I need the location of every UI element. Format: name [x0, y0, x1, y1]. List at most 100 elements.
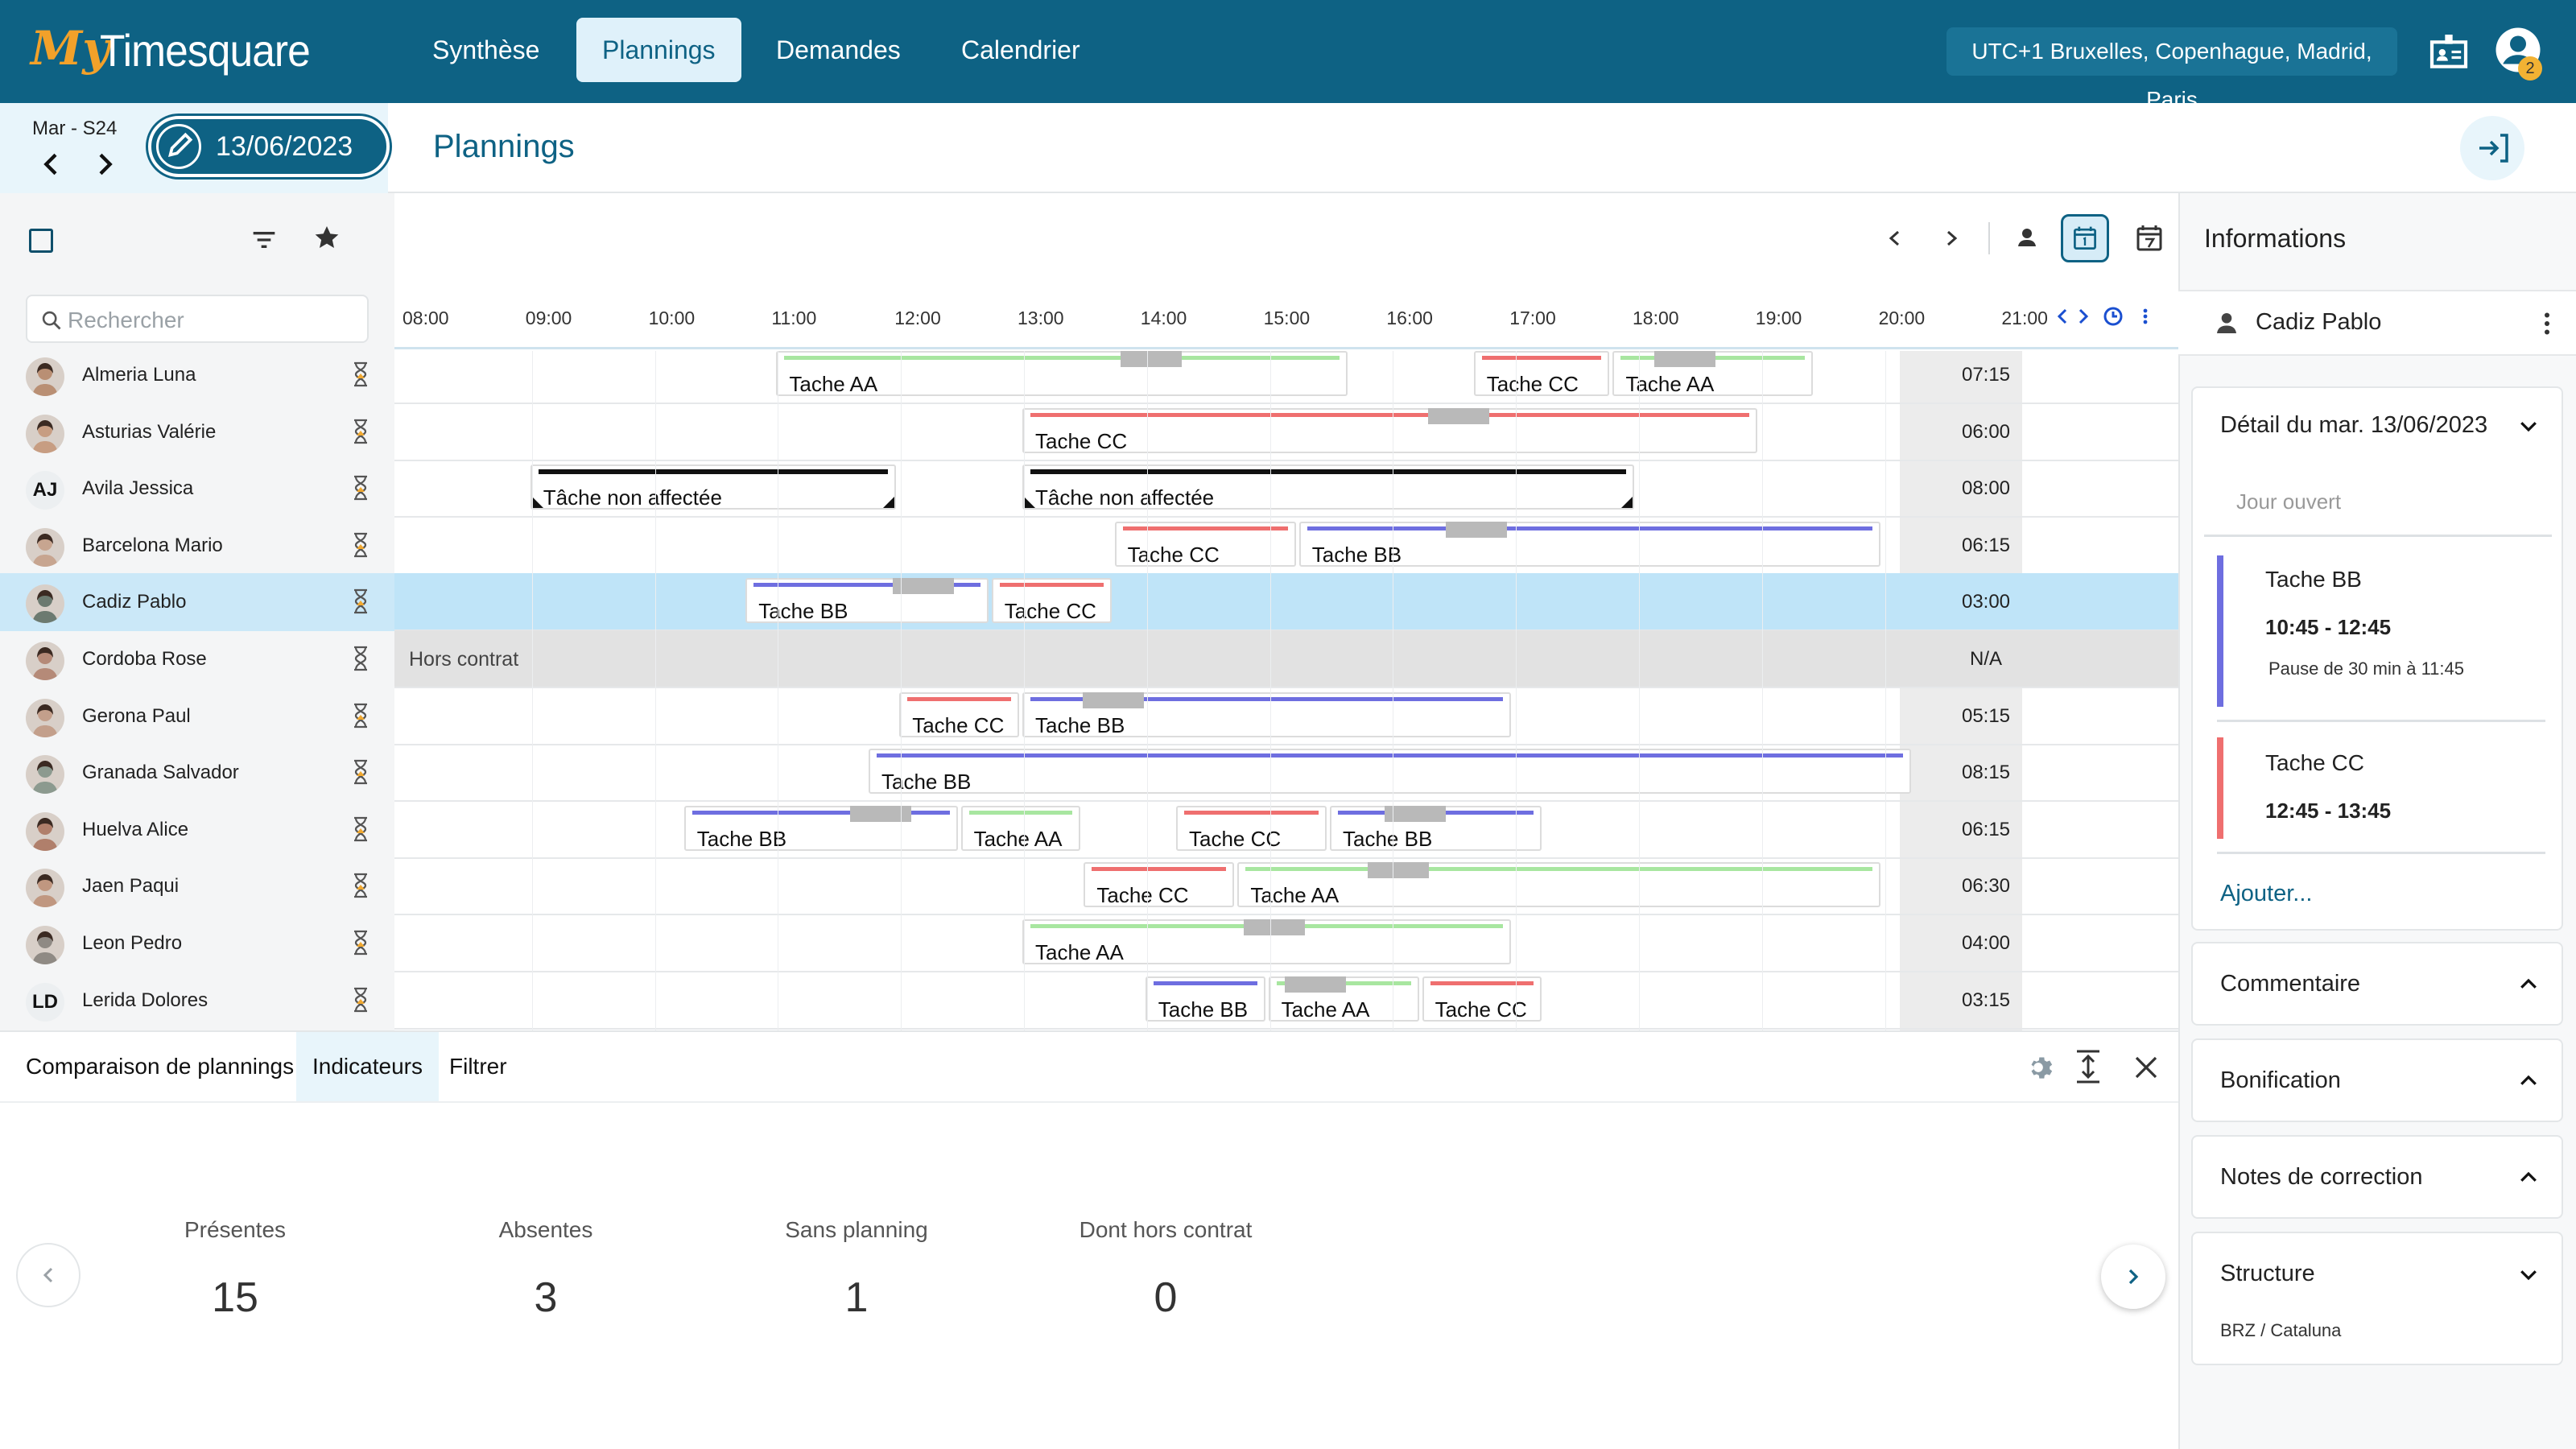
planning-row[interactable]: Hors contrat N/A [394, 630, 2178, 688]
hourglass-icon[interactable] [349, 418, 372, 445]
nav-demandes[interactable]: Demandes [750, 18, 927, 82]
hourglass-icon[interactable] [349, 815, 372, 843]
planning-row[interactable]: Tache CC Tache BB 06:15 [394, 517, 2178, 575]
more-hours-icon[interactable] [2140, 304, 2151, 328]
task-aa[interactable]: Tache AA [1268, 976, 1419, 1022]
prev-week-icon[interactable] [35, 148, 68, 180]
planning-row[interactable]: Tache BB Tache CC 03:00 [394, 573, 2178, 632]
task-cc[interactable]: Tache CC [1473, 351, 1610, 396]
planning-row[interactable]: Tache AA Tache CC Tache AA 07:15 [394, 346, 2178, 404]
scroll-left-icon[interactable] [2054, 304, 2070, 328]
planning-row[interactable]: Tache BB Tache AA Tache CC 03:15 [394, 972, 2178, 1030]
task-cc[interactable]: Tache CC [899, 691, 1019, 737]
task-bb[interactable]: Tache BB [745, 578, 989, 624]
task-aa[interactable]: Tache AA [1237, 862, 1880, 908]
employee-item[interactable]: Cadiz Pablo [0, 573, 394, 632]
tab-indicateurs[interactable]: Indicateurs [296, 1032, 439, 1101]
task-cc[interactable]: Tache CC [1422, 976, 1542, 1022]
section-commentaire[interactable]: Commentaire [2191, 942, 2563, 1026]
planning-row[interactable]: Tache CC Tache AA 06:30 [394, 857, 2178, 916]
planning-row[interactable]: Tache CC 06:00 [394, 403, 2178, 461]
indicators-next-button[interactable] [2101, 1245, 2165, 1309]
star-icon[interactable] [311, 222, 343, 254]
task-bb[interactable]: Tache BB [1145, 976, 1265, 1022]
task-cc[interactable]: Tache CC [1084, 862, 1235, 908]
hourglass-icon[interactable] [349, 588, 372, 615]
nav-calendrier[interactable]: Calendrier [935, 18, 1106, 82]
hourglass-icon[interactable] [349, 702, 372, 729]
planning-row[interactable]: Tache BB Tache AA Tache CC Tache BB 06:15 [394, 801, 2178, 859]
now-clock-icon[interactable] [2101, 304, 2125, 328]
nav-plannings[interactable]: Plannings [576, 18, 741, 82]
more-vert-icon[interactable] [2533, 309, 2562, 338]
hourglass-icon[interactable] [349, 531, 372, 559]
task-unassigned[interactable]: Tâche non affectée [530, 464, 897, 510]
add-segment-link[interactable]: Ajouter... [2220, 881, 2312, 907]
filter-icon[interactable] [248, 224, 280, 256]
chevron-down-icon[interactable] [2516, 1262, 2541, 1286]
select-all-checkbox[interactable] [29, 229, 53, 253]
week-view-icon[interactable] [2125, 214, 2174, 262]
planning-row[interactable]: Tache BB 08:15 [394, 744, 2178, 803]
next-day-icon[interactable] [1927, 214, 1975, 262]
person-view-icon[interactable] [2003, 214, 2051, 262]
expand-vertical-icon[interactable] [2072, 1046, 2104, 1087]
task-unassigned[interactable]: Tâche non affectée [1022, 464, 1634, 510]
nav-synthese[interactable]: Synthèse [407, 18, 565, 82]
next-week-icon[interactable] [89, 148, 121, 180]
hourglass-icon[interactable] [349, 474, 372, 502]
employee-item[interactable]: Cordoba Rose [0, 630, 394, 688]
chevron-up-icon[interactable] [2516, 1166, 2541, 1190]
task-cc[interactable]: Tache CC [1022, 407, 1757, 453]
employee-item[interactable]: Gerona Paul [0, 687, 394, 745]
task-aa[interactable]: Tache AA [1612, 351, 1813, 396]
employee-item[interactable]: Jaen Paqui [0, 857, 394, 915]
employee-item[interactable]: Almeria Luna [0, 346, 394, 404]
employee-item[interactable]: LD Lerida Dolores [0, 972, 394, 1030]
gear-icon[interactable] [2022, 1051, 2054, 1084]
task-bb[interactable]: Tache BB [1330, 805, 1542, 851]
task-aa[interactable]: Tache AA [776, 351, 1348, 396]
search-input[interactable]: Rechercher [26, 295, 369, 343]
task-cc[interactable]: Tache CC [991, 578, 1112, 624]
task-aa[interactable]: Tache AA [1022, 919, 1512, 964]
chevron-up-icon[interactable] [2516, 972, 2541, 997]
employee-item[interactable]: Barcelona Mario [0, 517, 394, 575]
employee-item[interactable]: Granada Salvador [0, 744, 394, 802]
close-icon[interactable] [2130, 1051, 2162, 1084]
employee-item[interactable]: Asturias Valérie [0, 403, 394, 461]
scroll-right-icon[interactable] [2075, 304, 2091, 328]
badge-id-icon[interactable] [2426, 29, 2471, 74]
hourglass-icon[interactable] [349, 758, 372, 786]
chevron-up-icon[interactable] [2516, 1069, 2541, 1093]
chevron-down-icon[interactable] [2516, 414, 2541, 438]
hourglass-icon[interactable] [349, 872, 372, 899]
date-picker-button[interactable]: 13/06/2023 [148, 116, 390, 177]
hourglass-icon[interactable] [349, 361, 372, 388]
section-structure[interactable]: Structure BRZ / Cataluna [2191, 1232, 2563, 1365]
planning-row[interactable]: Tâche non affectée Tâche non affectée 08:0… [394, 460, 2178, 518]
task-bb[interactable]: Tache BB [1298, 521, 1880, 567]
task-bb[interactable]: Tache BB [1022, 691, 1512, 737]
employee-item[interactable]: Huelva Alice [0, 801, 394, 859]
tab-filtrer[interactable]: Filtrer [433, 1032, 523, 1101]
indicators-prev-button[interactable] [16, 1243, 80, 1307]
collapse-panel-button[interactable] [2460, 116, 2524, 180]
prev-day-icon[interactable] [1871, 214, 1919, 262]
task-bb[interactable]: Tache BB [683, 805, 958, 851]
section-bonification[interactable]: Bonification [2191, 1038, 2563, 1122]
app-logo[interactable]: My Timesquare [31, 18, 311, 85]
task-cc[interactable]: Tache CC [1114, 521, 1296, 567]
employee-item[interactable]: Leon Pedro [0, 914, 394, 972]
hourglass-icon[interactable] [349, 929, 372, 956]
timezone-selector[interactable]: UTC+1 Bruxelles, Copenhague, Madrid, Par… [1946, 27, 2397, 112]
task-bb[interactable]: Tache BB [869, 749, 1911, 795]
day-view-icon[interactable] [2061, 214, 2109, 262]
employee-item[interactable]: AJ Avila Jessica [0, 460, 394, 518]
section-notes-correction[interactable]: Notes de correction [2191, 1135, 2563, 1219]
tab-comparaison[interactable]: Comparaison de plannings [10, 1032, 310, 1101]
planning-row[interactable]: Tache AA 04:00 [394, 914, 2178, 972]
planning-row[interactable]: Tache CC Tache BB 05:15 [394, 687, 2178, 745]
hourglass-icon[interactable] [349, 645, 372, 672]
task-cc[interactable]: Tache CC [1176, 805, 1327, 851]
